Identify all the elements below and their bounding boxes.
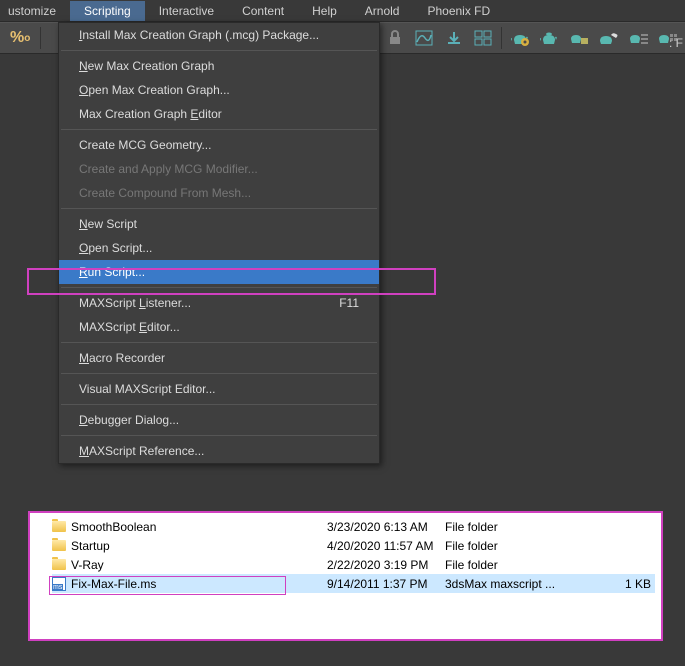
file-row[interactable]: V-Ray2/22/2020 3:19 PMFile folder — [52, 555, 655, 574]
menu-help[interactable]: Help — [298, 1, 351, 21]
file-name: Startup — [71, 539, 327, 553]
menu-item-debugger-dialog[interactable]: Debugger Dialog... — [59, 408, 379, 432]
file-name: V-Ray — [71, 558, 327, 572]
separator — [61, 129, 377, 130]
menu-item-install-max-creation-graph-mcg-package[interactable]: Install Max Creation Graph (.mcg) Packag… — [59, 23, 379, 47]
separator — [61, 342, 377, 343]
folder-icon — [52, 558, 68, 572]
file-type: File folder — [445, 520, 605, 534]
file-type: File folder — [445, 558, 605, 572]
teapot-icon[interactable] — [535, 25, 563, 51]
file-type: File folder — [445, 539, 605, 553]
file-row[interactable]: Fix-Max-File.ms9/14/2011 1:37 PM3dsMax m… — [52, 574, 655, 593]
separator — [61, 287, 377, 288]
teapot-list-icon[interactable] — [624, 25, 652, 51]
file-row[interactable]: SmoothBoolean3/23/2020 6:13 AMFile folde… — [52, 517, 655, 536]
file-date: 2/22/2020 3:19 PM — [327, 558, 445, 572]
menu-scripting[interactable]: Scripting — [70, 1, 145, 21]
file-type: 3dsMax maxscript ... — [445, 577, 605, 591]
menu-item-create-and-apply-mcg-modifier: Create and Apply MCG Modifier... — [59, 157, 379, 181]
separator — [61, 208, 377, 209]
file-date: 3/23/2020 6:13 AM — [327, 520, 445, 534]
menu-item-macro-recorder[interactable]: Macro Recorder — [59, 346, 379, 370]
menu-item-new-max-creation-graph[interactable]: New Max Creation Graph — [59, 54, 379, 78]
teapot-cloud-icon[interactable] — [595, 25, 623, 51]
menu-item-maxscript-listener[interactable]: MAXScript Listener...F11 — [59, 291, 379, 315]
file-size: 1 KB — [605, 577, 651, 591]
menu-customize[interactable]: ustomize — [0, 1, 70, 21]
lock-icon[interactable] — [381, 25, 409, 51]
download-icon[interactable] — [440, 25, 468, 51]
menu-interactive[interactable]: Interactive — [145, 1, 228, 21]
scripting-dropdown: Install Max Creation Graph (.mcg) Packag… — [58, 22, 380, 464]
menu-item-open-script[interactable]: Open Script... — [59, 236, 379, 260]
menu-item-max-creation-graph-editor[interactable]: Max Creation Graph Editor — [59, 102, 379, 126]
curve-editor-icon[interactable] — [410, 25, 438, 51]
separator — [501, 27, 502, 49]
folder-icon — [52, 520, 68, 534]
file-name: Fix-Max-File.ms — [71, 577, 327, 591]
menu-item-maxscript-reference[interactable]: MAXScript Reference... — [59, 439, 379, 463]
maxscript-file-icon — [52, 577, 68, 591]
menu-arnold[interactable]: Arnold — [351, 1, 414, 21]
teapot-gear-icon[interactable] — [506, 25, 534, 51]
toolbar-right-text: : F — [669, 36, 683, 50]
separator — [61, 373, 377, 374]
file-date: 4/20/2020 11:57 AM — [327, 539, 445, 553]
menu-item-maxscript-editor[interactable]: MAXScript Editor... — [59, 315, 379, 339]
file-date: 9/14/2011 1:37 PM — [327, 577, 445, 591]
menu-item-create-compound-from-mesh: Create Compound From Mesh... — [59, 181, 379, 205]
file-browser: SmoothBoolean3/23/2020 6:13 AMFile folde… — [28, 511, 663, 641]
folder-icon — [52, 539, 68, 553]
separator — [61, 435, 377, 436]
menu-item-new-script[interactable]: New Script — [59, 212, 379, 236]
menubar: ustomize Scripting Interactive Content H… — [0, 0, 685, 22]
teapot-box-icon[interactable] — [565, 25, 593, 51]
separator — [61, 404, 377, 405]
file-row[interactable]: Startup4/20/2020 11:57 AMFile folder — [52, 536, 655, 555]
menu-item-open-max-creation-graph[interactable]: Open Max Creation Graph... — [59, 78, 379, 102]
menu-item-create-mcg-geometry[interactable]: Create MCG Geometry... — [59, 133, 379, 157]
separator — [61, 50, 377, 51]
separator — [40, 27, 41, 49]
menu-phoenixfd[interactable]: Phoenix FD — [413, 1, 504, 21]
menu-item-run-script[interactable]: Run Script... — [59, 260, 379, 284]
percent-snap-icon[interactable]: %o — [4, 29, 36, 47]
file-name: SmoothBoolean — [71, 520, 327, 534]
grid-layout-icon[interactable] — [469, 25, 497, 51]
menu-content[interactable]: Content — [228, 1, 298, 21]
menu-item-visual-maxscript-editor[interactable]: Visual MAXScript Editor... — [59, 377, 379, 401]
